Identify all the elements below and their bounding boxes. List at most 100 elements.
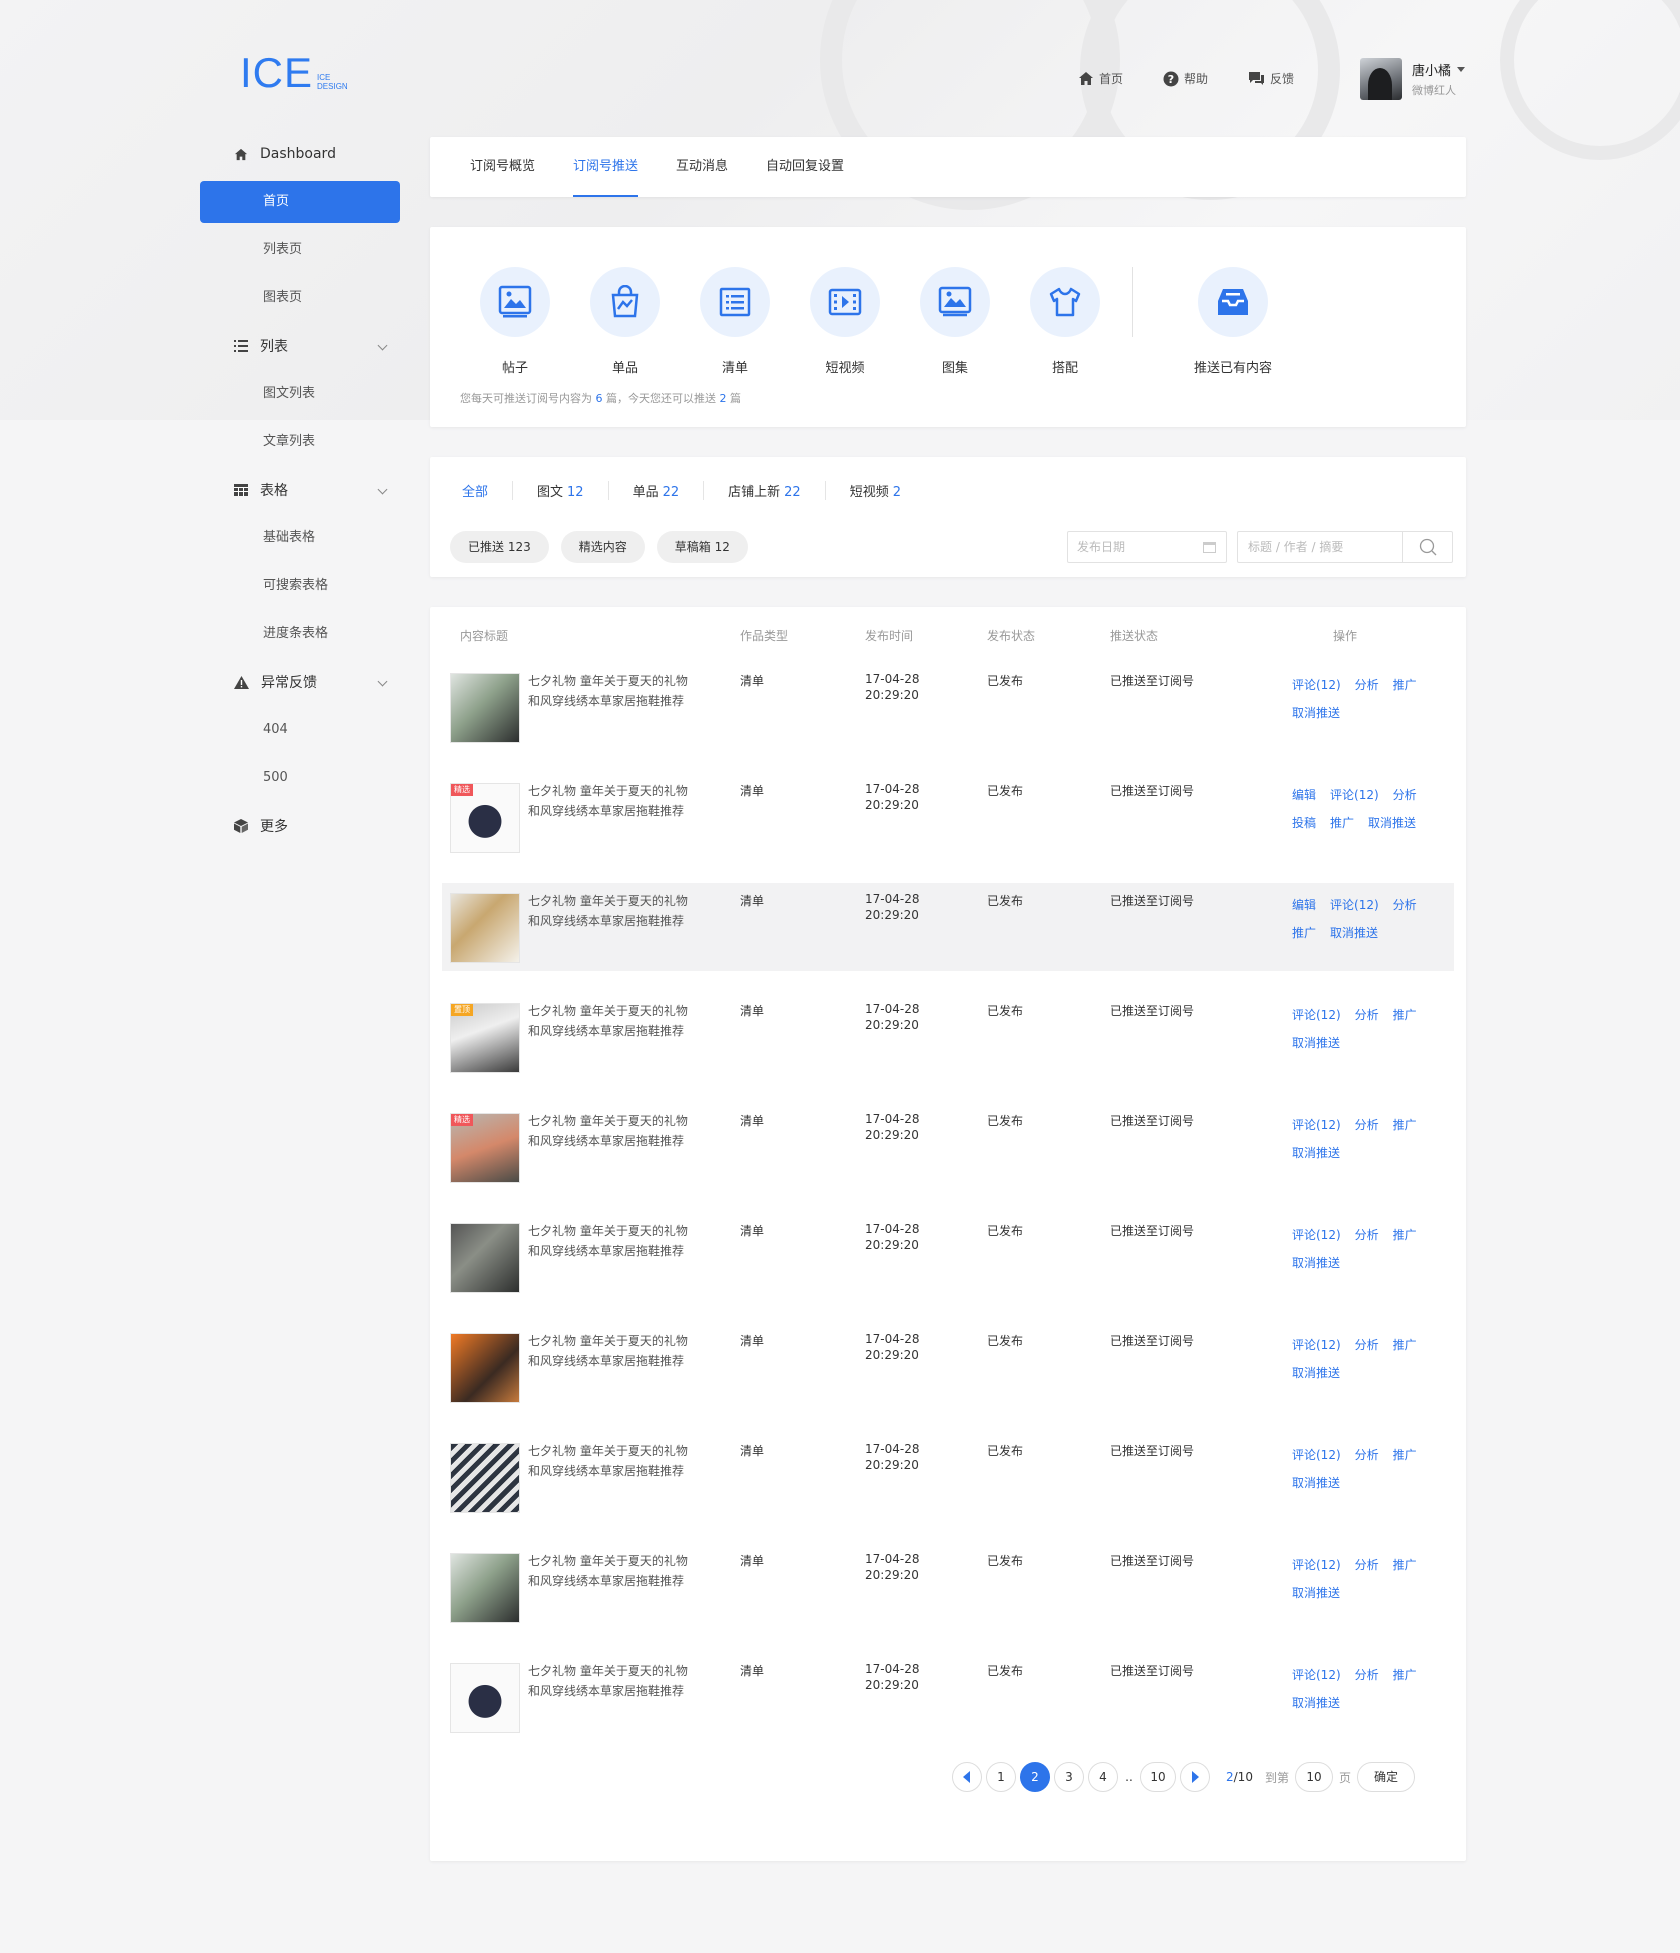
brand-logo[interactable]: ICE ICE DESIGN — [240, 52, 348, 94]
sidebar-item-table[interactable]: 表格 — [200, 466, 400, 514]
row-action-link[interactable]: 评论(12) — [1330, 788, 1379, 802]
row-action-link[interactable]: 分析 — [1355, 1448, 1379, 1462]
row-action-link[interactable]: 分析 — [1393, 788, 1417, 802]
row-action-link[interactable]: 分析 — [1393, 898, 1417, 912]
row-thumbnail[interactable]: 精选 — [450, 1113, 520, 1183]
row-action-link[interactable]: 评论(12) — [1292, 1338, 1341, 1352]
row-action-link[interactable]: 取消推送 — [1292, 1366, 1340, 1380]
row-action-link[interactable]: 编辑 — [1292, 898, 1316, 912]
type-item[interactable]: 单品 — [570, 267, 680, 376]
row-title[interactable]: 七夕礼物 童年关于夏天的礼物和风穿线绣本草家居拖鞋推荐 — [528, 671, 698, 711]
type-gallery[interactable]: 图集 — [900, 267, 1010, 376]
row-action-link[interactable]: 推广 — [1393, 1558, 1417, 1572]
sidebar-item-graphic-list[interactable]: 图文列表 — [200, 370, 400, 418]
filter-tab-video[interactable]: 短视频 2 — [824, 481, 925, 500]
user-menu[interactable]: 唐小橘 微博红人 — [1360, 58, 1466, 100]
row-action-link[interactable]: 取消推送 — [1292, 1146, 1340, 1160]
row-action-link[interactable]: 分析 — [1355, 1558, 1379, 1572]
sidebar-item-list-page[interactable]: 列表页 — [200, 226, 400, 274]
row-title[interactable]: 七夕礼物 童年关于夏天的礼物和风穿线绣本草家居拖鞋推荐 — [528, 891, 698, 931]
sidebar-item-404[interactable]: 404 — [200, 706, 400, 754]
row-action-link[interactable]: 取消推送 — [1292, 1036, 1340, 1050]
row-thumbnail[interactable] — [450, 1333, 520, 1403]
row-action-link[interactable]: 分析 — [1355, 1668, 1379, 1682]
filter-tab-graphic[interactable]: 图文 12 — [512, 481, 608, 500]
row-action-link[interactable]: 分析 — [1355, 678, 1379, 692]
row-action-link[interactable]: 推广 — [1393, 1008, 1417, 1022]
row-title[interactable]: 七夕礼物 童年关于夏天的礼物和风穿线绣本草家居拖鞋推荐 — [528, 1661, 698, 1701]
page-last-button[interactable]: 10 — [1140, 1762, 1176, 1792]
row-title[interactable]: 七夕礼物 童年关于夏天的礼物和风穿线绣本草家居拖鞋推荐 — [528, 1001, 698, 1041]
goto-page-input[interactable]: 10 — [1294, 1762, 1333, 1792]
row-title[interactable]: 七夕礼物 童年关于夏天的礼物和风穿线绣本草家居拖鞋推荐 — [528, 1111, 698, 1151]
sidebar-item-home[interactable]: 首页 — [200, 181, 400, 223]
sidebar-item-chart-page[interactable]: 图表页 — [200, 274, 400, 322]
pill-pushed[interactable]: 已推送 123 — [450, 531, 549, 563]
type-push-existing[interactable]: 推送已有内容 — [1163, 267, 1303, 376]
row-thumbnail[interactable]: 精选 — [450, 783, 520, 853]
type-video[interactable]: 短视频 — [790, 267, 900, 376]
sidebar-item-more[interactable]: 更多 — [200, 802, 400, 850]
row-thumbnail[interactable]: 置顶 — [450, 1003, 520, 1073]
row-action-link[interactable]: 推广 — [1393, 1668, 1417, 1682]
tab-messages[interactable]: 互动消息 — [676, 137, 728, 197]
page-4-button[interactable]: 4 — [1088, 1762, 1118, 1792]
row-action-link[interactable]: 取消推送 — [1292, 1696, 1340, 1710]
row-thumbnail[interactable] — [450, 1223, 520, 1293]
topnav-feedback[interactable]: 反馈 — [1248, 70, 1294, 87]
filter-tab-shop-new[interactable]: 店铺上新 22 — [703, 481, 825, 500]
goto-confirm-button[interactable]: 确定 — [1356, 1762, 1415, 1792]
row-thumbnail[interactable] — [450, 1663, 520, 1733]
sidebar-item-dashboard[interactable]: Dashboard — [200, 130, 400, 178]
row-action-link[interactable]: 投稿 — [1292, 816, 1316, 830]
type-post[interactable]: 帖子 — [460, 267, 570, 376]
type-checklist[interactable]: 清单 — [680, 267, 790, 376]
tab-push[interactable]: 订阅号推送 — [573, 137, 639, 197]
row-title[interactable]: 七夕礼物 童年关于夏天的礼物和风穿线绣本草家居拖鞋推荐 — [528, 1331, 698, 1371]
sidebar-item-search-table[interactable]: 可搜索表格 — [200, 562, 400, 610]
row-thumbnail[interactable] — [450, 893, 520, 963]
prev-page-button[interactable] — [952, 1762, 982, 1792]
row-action-link[interactable]: 推广 — [1330, 816, 1354, 830]
sidebar-item-article-list[interactable]: 文章列表 — [200, 418, 400, 466]
row-action-link[interactable]: 推广 — [1292, 926, 1316, 940]
row-title[interactable]: 七夕礼物 童年关于夏天的礼物和风穿线绣本草家居拖鞋推荐 — [528, 1221, 698, 1261]
sidebar-item-500[interactable]: 500 — [200, 754, 400, 802]
topnav-help[interactable]: ? 帮助 — [1163, 70, 1208, 87]
filter-tab-all[interactable]: 全部 — [462, 481, 512, 500]
filter-tab-item[interactable]: 单品 22 — [607, 481, 704, 500]
row-action-link[interactable]: 推广 — [1393, 678, 1417, 692]
type-outfit[interactable]: 搭配 — [1010, 267, 1120, 376]
row-action-link[interactable]: 评论(12) — [1330, 898, 1379, 912]
pill-drafts[interactable]: 草稿箱 12 — [656, 531, 748, 563]
pill-featured[interactable]: 精选内容 — [560, 531, 645, 563]
row-action-link[interactable]: 评论(12) — [1292, 1558, 1341, 1572]
row-action-link[interactable]: 取消推送 — [1292, 1586, 1340, 1600]
sidebar-item-list[interactable]: 列表 — [200, 322, 400, 370]
row-action-link[interactable]: 编辑 — [1292, 788, 1316, 802]
row-action-link[interactable]: 取消推送 — [1330, 926, 1378, 940]
tab-auto-reply[interactable]: 自动回复设置 — [766, 137, 844, 197]
row-title[interactable]: 七夕礼物 童年关于夏天的礼物和风穿线绣本草家居拖鞋推荐 — [528, 781, 698, 821]
sidebar-item-basic-table[interactable]: 基础表格 — [200, 514, 400, 562]
tab-overview[interactable]: 订阅号概览 — [470, 137, 535, 197]
row-title[interactable]: 七夕礼物 童年关于夏天的礼物和风穿线绣本草家居拖鞋推荐 — [528, 1551, 698, 1591]
search-input[interactable]: 标题 / 作者 / 摘要 — [1238, 532, 1402, 562]
row-action-link[interactable]: 推广 — [1393, 1118, 1417, 1132]
sidebar-item-progress-table[interactable]: 进度条表格 — [200, 610, 400, 658]
row-action-link[interactable]: 分析 — [1355, 1338, 1379, 1352]
row-action-link[interactable]: 推广 — [1393, 1448, 1417, 1462]
row-action-link[interactable]: 取消推送 — [1292, 706, 1340, 720]
sidebar-item-error[interactable]: 异常反馈 — [200, 658, 400, 706]
row-action-link[interactable]: 评论(12) — [1292, 1668, 1341, 1682]
row-thumbnail[interactable] — [450, 673, 520, 743]
row-action-link[interactable]: 分析 — [1355, 1118, 1379, 1132]
row-action-link[interactable]: 推广 — [1393, 1338, 1417, 1352]
page-3-button[interactable]: 3 — [1054, 1762, 1084, 1792]
row-action-link[interactable]: 取消推送 — [1368, 816, 1416, 830]
row-action-link[interactable]: 评论(12) — [1292, 1118, 1341, 1132]
row-action-link[interactable]: 分析 — [1355, 1228, 1379, 1242]
search-button[interactable] — [1402, 532, 1452, 562]
date-picker[interactable]: 发布日期 — [1067, 531, 1227, 563]
page-1-button[interactable]: 1 — [986, 1762, 1016, 1792]
